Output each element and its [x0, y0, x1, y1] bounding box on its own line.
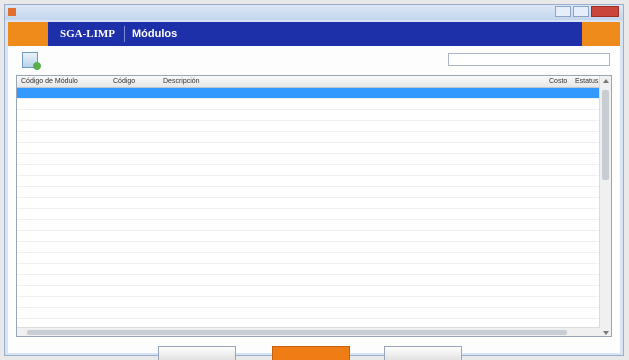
table-row[interactable] [17, 253, 600, 264]
modules-table[interactable]: Código de Módulo Código Descripción Cost… [16, 75, 612, 337]
add-record-icon[interactable] [22, 52, 41, 70]
table-row[interactable] [17, 121, 600, 132]
search-input[interactable] [448, 53, 610, 66]
table-body [17, 88, 600, 330]
table-row[interactable] [17, 198, 600, 209]
table-row[interactable] [17, 286, 600, 297]
scroll-thumb[interactable] [27, 330, 567, 335]
table-row[interactable] [17, 88, 600, 99]
close-button[interactable] [591, 6, 619, 17]
window-controls [555, 6, 619, 17]
table-row[interactable] [17, 297, 600, 308]
module-title: Módulos [132, 28, 178, 40]
window-titlebar[interactable] [5, 5, 623, 20]
table-row[interactable] [17, 220, 600, 231]
minimize-button[interactable] [555, 6, 571, 17]
table-row[interactable] [17, 143, 600, 154]
brand-bar: SGA-LIMP Módulos [8, 22, 620, 46]
app-window: SGA-LIMP Módulos Código de Módulo Código… [4, 4, 624, 360]
table-row[interactable] [17, 209, 600, 220]
column-header[interactable]: Descripción [163, 78, 200, 85]
maximize-button[interactable] [573, 6, 589, 17]
vertical-scrollbar[interactable] [599, 76, 611, 336]
table-row[interactable] [17, 165, 600, 176]
column-header[interactable]: Costo [549, 78, 567, 85]
table-header: Código de Módulo Código Descripción Cost… [17, 76, 600, 88]
table-row[interactable] [17, 264, 600, 275]
toolbar [8, 46, 620, 74]
app-icon [8, 8, 16, 16]
footer-button-left[interactable] [158, 346, 236, 360]
footer-button-primary[interactable] [272, 346, 350, 360]
table-row[interactable] [17, 231, 600, 242]
column-header[interactable]: Estatus [575, 78, 598, 85]
footer-button-right[interactable] [384, 346, 462, 360]
table-row[interactable] [17, 176, 600, 187]
table-row[interactable] [17, 154, 600, 165]
table-row[interactable] [17, 110, 600, 121]
column-header[interactable]: Código [113, 78, 135, 85]
brand-name: SGA-LIMP [60, 28, 115, 40]
scroll-thumb[interactable] [602, 90, 609, 180]
brand-accent-left [8, 22, 48, 46]
brand-separator [124, 26, 125, 42]
brand-accent-right [582, 22, 620, 46]
client-area: SGA-LIMP Módulos Código de Módulo Código… [8, 22, 620, 360]
table-row[interactable] [17, 132, 600, 143]
scroll-up-icon[interactable] [603, 79, 609, 83]
table-row[interactable] [17, 308, 600, 319]
table-row[interactable] [17, 99, 600, 110]
scroll-down-icon[interactable] [603, 331, 609, 335]
table-row[interactable] [17, 187, 600, 198]
table-row[interactable] [17, 275, 600, 286]
column-header[interactable]: Código de Módulo [21, 78, 78, 85]
table-row[interactable] [17, 242, 600, 253]
horizontal-scrollbar[interactable] [17, 327, 600, 336]
